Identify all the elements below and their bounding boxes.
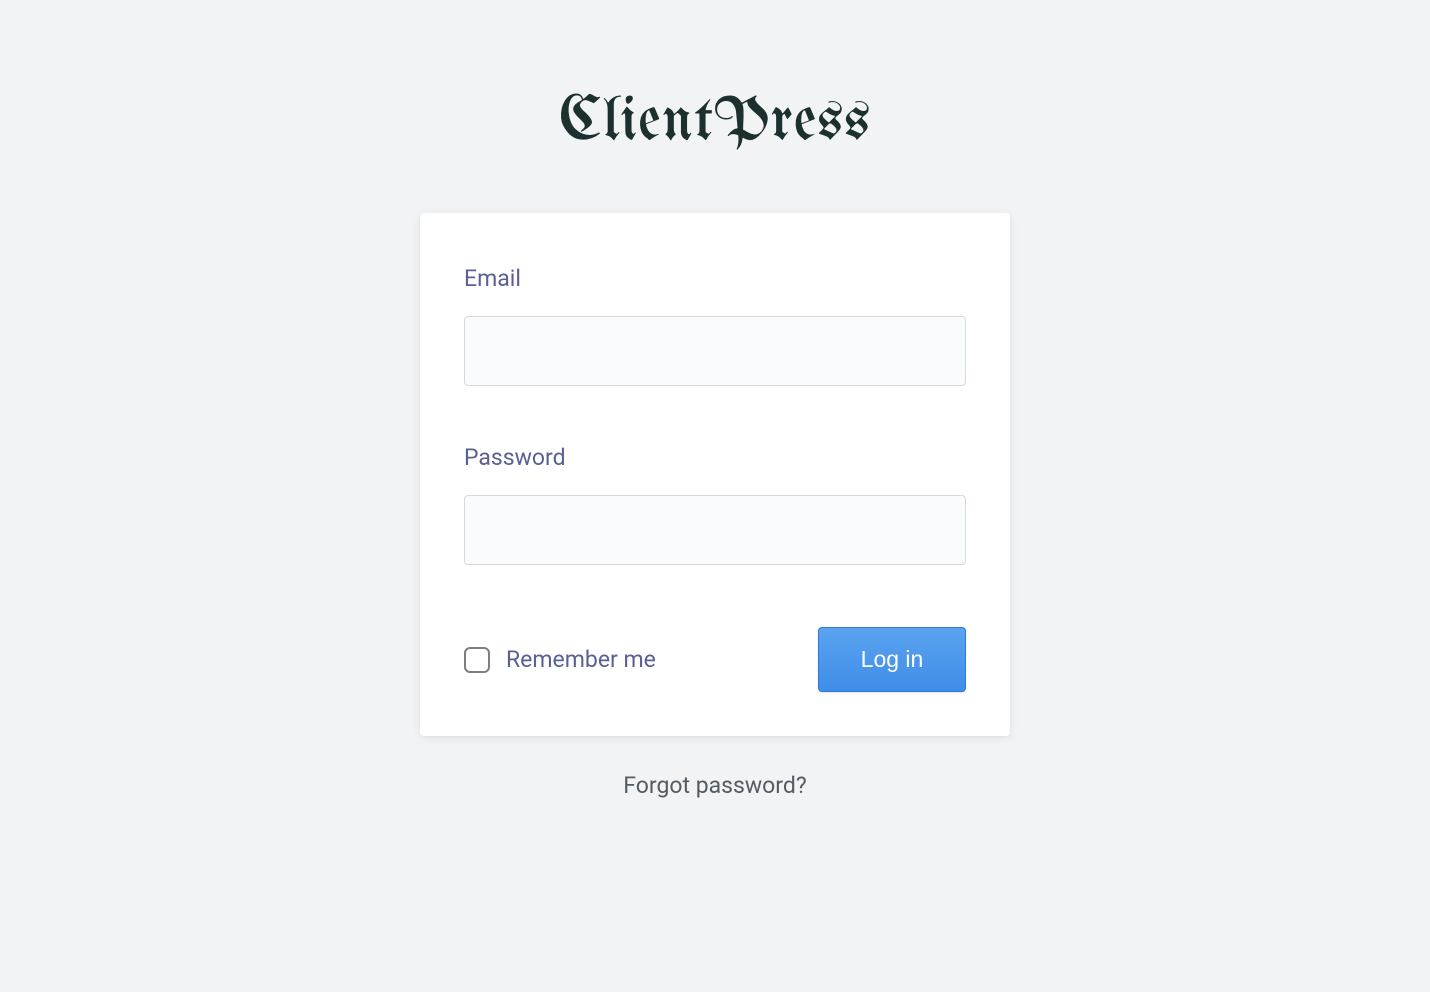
- remember-checkbox[interactable]: [464, 647, 490, 673]
- logo-text: ClientPress: [559, 90, 871, 155]
- email-label: Email: [464, 265, 966, 292]
- email-input[interactable]: [464, 316, 966, 386]
- logo: ClientPress: [559, 90, 871, 155]
- remember-wrap: Remember me: [464, 646, 656, 673]
- forgot-password-link[interactable]: Forgot password?: [623, 772, 806, 799]
- forgot-password-wrap: Forgot password?: [623, 772, 806, 799]
- login-button[interactable]: Log in: [818, 627, 966, 692]
- remember-label[interactable]: Remember me: [506, 646, 656, 673]
- email-group: Email: [464, 265, 966, 386]
- card-footer: Remember me Log in: [464, 627, 966, 692]
- password-label: Password: [464, 444, 966, 471]
- login-card: Email Password Remember me Log in: [420, 213, 1010, 736]
- password-group: Password: [464, 444, 966, 565]
- password-input[interactable]: [464, 495, 966, 565]
